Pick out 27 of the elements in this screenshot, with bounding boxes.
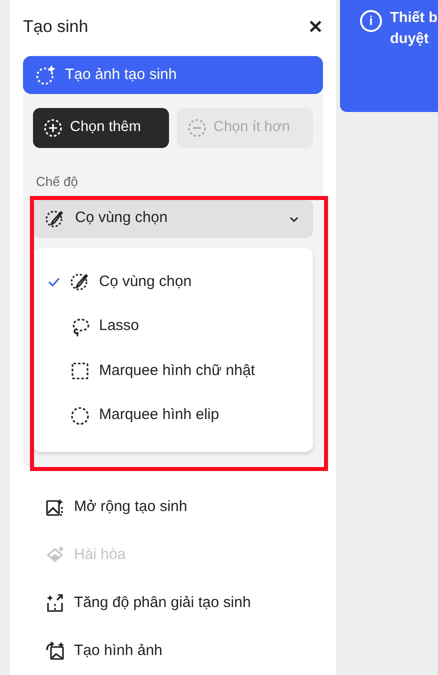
mode-option[interactable]: Cọ vùng chọn [33, 260, 313, 304]
lasso-icon [70, 316, 90, 336]
mode-label: Chế độ [36, 172, 79, 191]
subtract-selection-icon [186, 118, 207, 138]
tool-item[interactable]: Tạo hình ảnh [23, 620, 323, 668]
upscale-icon [45, 592, 65, 613]
generative-selection-icon [35, 64, 57, 86]
mode-option[interactable]: Lasso [33, 304, 313, 349]
tool-item[interactable]: Tăng độ phân giải tạo sinh [23, 572, 323, 620]
panel-title: Tạo sinh [23, 16, 88, 38]
notice-text: Thiết b duyệt [390, 9, 438, 50]
tool-item[interactable]: Mở rộng tạo sinh [23, 476, 323, 524]
layers-sparkle-icon [45, 544, 65, 565]
selection-brush-icon [45, 208, 65, 228]
mode-option[interactable]: Marquee hình chữ nhật [33, 348, 313, 394]
mode-option[interactable]: Marquee hình elip [33, 393, 313, 438]
close-button[interactable]: ✕ [308, 18, 323, 36]
image-sparkle-icon [45, 640, 65, 661]
info-icon: i [360, 10, 382, 32]
ellipse-marquee-icon [70, 406, 90, 426]
add-selection-icon [43, 118, 63, 138]
add-selection-button[interactable]: Chọn thêm [33, 108, 169, 148]
image-expand-icon [45, 496, 65, 517]
rectangle-marquee-icon [70, 361, 90, 381]
generate-image-button[interactable]: Tạo ảnh tạo sinh [23, 56, 323, 94]
mode-dropdown[interactable]: Cọ vùng chọn [33, 199, 313, 238]
selection-brush-icon [70, 272, 90, 292]
